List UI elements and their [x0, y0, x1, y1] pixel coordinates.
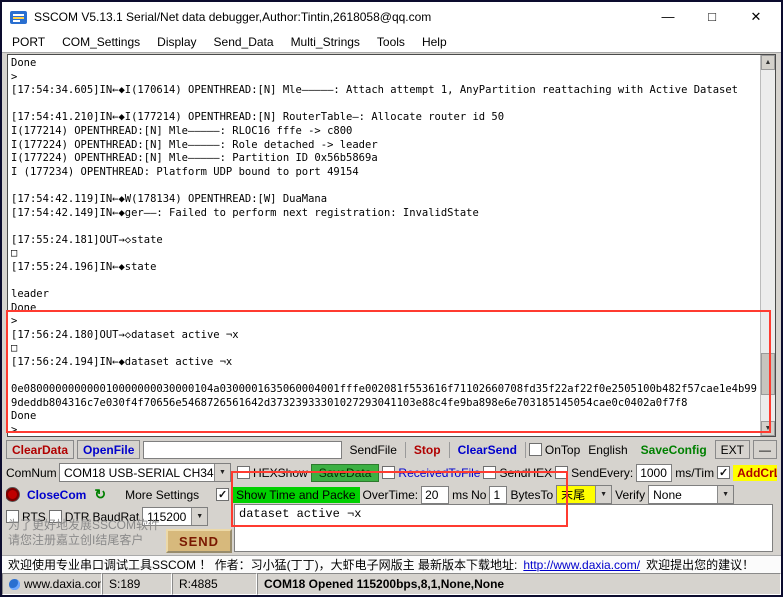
ms-label: ms: [452, 488, 468, 502]
send-every-checkbox[interactable]: [555, 466, 568, 479]
menu-item-send-data[interactable]: Send_Data: [214, 35, 274, 49]
status-bar: www.daxia.com S:189 R:4885 COM18 Opened …: [2, 573, 781, 595]
ext-button[interactable]: EXT: [715, 440, 750, 459]
on-top-label: OnTop: [545, 443, 580, 457]
port-settings-row: CloseCom ↻ More Settings Show Time and P…: [6, 484, 777, 505]
divider: [449, 442, 450, 458]
verify-label: Verify: [615, 488, 645, 502]
add-crlf-label[interactable]: AddCrLf: [733, 465, 777, 481]
hex-show-checkbox[interactable]: [237, 466, 250, 479]
status-site[interactable]: www.daxia.com: [2, 573, 102, 595]
collapse-panel-button[interactable]: —: [753, 440, 777, 459]
ad-text: 欢迎使用专业串口调试工具SSCOM ！ 作者：习小猛(丁丁)，大虾电子网版主 最…: [8, 556, 517, 573]
send-file-button[interactable]: SendFile: [345, 440, 402, 459]
ad-link[interactable]: http://www.daxia.com/: [523, 558, 640, 572]
menu-bar: PORT COM_Settings Display Send_Data Mult…: [2, 32, 781, 53]
title-bar: SSCOM V5.13.1 Serial/Net data debugger,A…: [2, 2, 781, 32]
send-every-label: SendEvery:: [571, 466, 633, 480]
stop-button[interactable]: Stop: [409, 440, 446, 459]
sent-count-label: S:189: [109, 577, 140, 591]
file-toolbar: ClearData OpenFile SendFile Stop ClearSe…: [6, 439, 777, 460]
divider: [525, 442, 526, 458]
english-button[interactable]: English: [583, 440, 632, 459]
received-to-file-label: ReceivedToFile: [398, 466, 480, 480]
menu-item-display[interactable]: Display: [157, 35, 196, 49]
send-hex-label: SendHEX: [499, 466, 552, 480]
menu-item-port[interactable]: PORT: [12, 35, 45, 49]
window-controls: — □ ✕: [661, 9, 773, 25]
menu-item-tools[interactable]: Tools: [377, 35, 405, 49]
chevron-down-icon[interactable]: ▼: [595, 486, 611, 503]
show-time-checkbox[interactable]: [216, 488, 229, 501]
received-count-label: R:4885: [179, 577, 218, 591]
scroll-down-icon[interactable]: ▼: [761, 421, 775, 436]
maximize-button[interactable]: □: [705, 9, 719, 25]
com-options-row: ComNum COM18 USB-SERIAL CH340K ▼ HEXShow…: [6, 462, 777, 483]
refresh-ports-icon[interactable]: ↻: [94, 486, 106, 503]
bytes-to-select[interactable]: 末尾 ▼: [556, 485, 612, 504]
com-port-value: COM18 USB-SERIAL CH340K: [60, 464, 214, 481]
close-com-button[interactable]: CloseCom: [22, 485, 91, 504]
promo-text: 为了更好地发展SSCOM软件 请您注册嘉立创I结尾客户: [8, 518, 166, 548]
chevron-down-icon[interactable]: ▼: [191, 508, 207, 525]
close-button[interactable]: ✕: [749, 9, 763, 25]
promo-line1: 为了更好地发展SSCOM软件: [8, 518, 166, 533]
status-com-state: COM18 Opened 115200bps,8,1,None,None: [257, 573, 781, 595]
add-crlf-checkbox[interactable]: [717, 466, 730, 479]
port-status-light: [6, 488, 19, 501]
scroll-up-icon[interactable]: ▲: [761, 55, 775, 70]
send-data-input[interactable]: dataset active ¬x: [234, 504, 773, 552]
file-path-input[interactable]: [143, 441, 341, 459]
received-to-file-checkbox[interactable]: [382, 466, 395, 479]
clear-data-button[interactable]: ClearData: [6, 440, 74, 459]
send-interval-input[interactable]: [636, 464, 672, 482]
scroll-thumb[interactable]: [761, 353, 775, 395]
status-received-count: R:4885: [172, 573, 257, 595]
show-time-label[interactable]: Show Time and Packe: [232, 487, 359, 503]
over-time-input[interactable]: [421, 486, 449, 504]
status-site-label: www.daxia.com: [24, 577, 102, 591]
open-file-button[interactable]: OpenFile: [77, 440, 140, 459]
send-hex-checkbox[interactable]: [483, 466, 496, 479]
no-label: No: [471, 488, 486, 502]
chevron-down-icon[interactable]: ▼: [717, 486, 733, 503]
bytes-to-label: BytesTo: [510, 488, 553, 502]
save-config-button[interactable]: SaveConfig: [636, 440, 712, 459]
byte-count-input[interactable]: [489, 486, 507, 504]
chevron-down-icon[interactable]: ▼: [214, 464, 230, 481]
verify-select[interactable]: None ▼: [648, 485, 734, 504]
bytes-to-value: 末尾: [557, 486, 595, 503]
com-num-label: ComNum: [6, 466, 56, 480]
com-state-label: COM18 Opened 115200bps,8,1,None,None: [264, 577, 504, 591]
menu-item-help[interactable]: Help: [422, 35, 447, 49]
menu-item-multi-strings[interactable]: Multi_Strings: [291, 35, 360, 49]
promo-line2: 请您注册嘉立创I结尾客户: [8, 533, 166, 548]
ad-text-2: 欢迎提出您的建议！: [646, 556, 754, 573]
window-title: SSCOM V5.13.1 Serial/Net data debugger,A…: [34, 10, 431, 24]
over-time-label: OverTime:: [363, 488, 419, 502]
more-settings-button[interactable]: More Settings: [120, 485, 204, 504]
ms-tim-label: ms/Tim: [675, 466, 714, 480]
vertical-scrollbar[interactable]: ▲ ▼: [760, 55, 775, 436]
send-button[interactable]: SEND: [166, 529, 232, 553]
save-data-button[interactable]: SaveData: [311, 464, 380, 482]
clear-send-button[interactable]: ClearSend: [453, 440, 522, 459]
hex-show-label: HEXShow: [253, 466, 308, 480]
divider: [405, 442, 406, 458]
on-top-checkbox[interactable]: [529, 443, 542, 456]
receive-area[interactable]: Done > [17:54:34.605]IN←◆I(170614) OPENT…: [7, 54, 776, 437]
status-sent-count: S:189: [102, 573, 172, 595]
menu-item-com-settings[interactable]: COM_Settings: [62, 35, 140, 49]
minimize-button[interactable]: —: [661, 9, 675, 25]
verify-value: None: [649, 486, 717, 503]
app-icon: [10, 9, 27, 26]
ad-bar: 欢迎使用专业串口调试工具SSCOM ！ 作者：习小猛(丁丁)，大虾电子网版主 最…: [2, 555, 781, 573]
terminal-output: Done > [17:54:34.605]IN←◆I(170614) OPENT…: [8, 55, 760, 436]
app-window: SSCOM V5.13.1 Serial/Net data debugger,A…: [0, 0, 783, 597]
com-port-select[interactable]: COM18 USB-SERIAL CH340K ▼: [59, 463, 231, 482]
globe-icon: [9, 579, 20, 590]
